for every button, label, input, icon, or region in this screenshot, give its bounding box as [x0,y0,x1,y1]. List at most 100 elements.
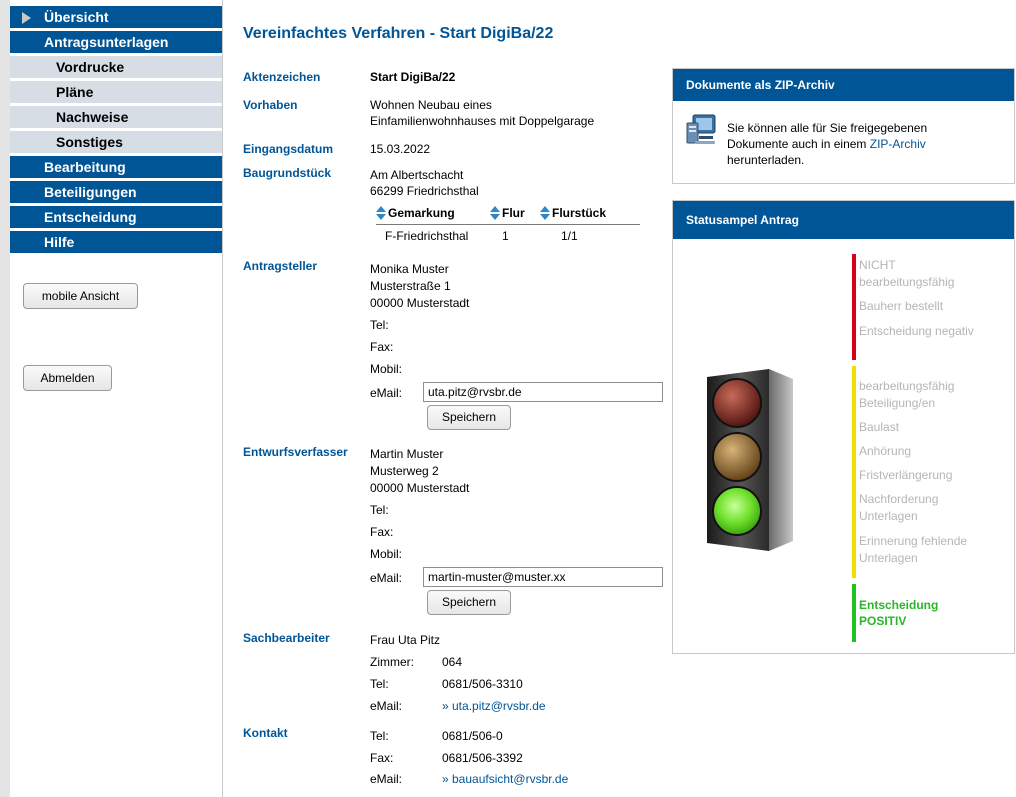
sachbearbeiter-email-link[interactable]: » uta.pitz@rvsbr.de [442,699,546,713]
kontakt-tel-value: 0681/506-0 [442,729,503,743]
sachbearbeiter-name: Frau Uta Pitz [370,633,441,647]
eingangsdatum-label: Eingangsdatum [243,142,334,156]
sidebar-item-label: Vordrucke [56,59,125,75]
baugrundstueck-line1: Am Albertschacht [370,168,464,182]
sidebar-item-sonstiges[interactable]: Sonstiges [10,131,222,154]
status-nicht: NICHT [859,258,896,272]
status-bar-red [852,254,856,360]
status-fristverlaengerung: Fristverlängerung [859,468,953,482]
column-header-label: Flur [502,206,525,220]
antragsteller-label: Antragsteller [243,259,318,273]
sidebar-item-label: Sonstiges [56,134,123,150]
download-computer-icon [685,113,717,147]
mobile-view-button[interactable]: mobile Ansicht [23,283,138,309]
status-baulast: Baulast [859,420,900,434]
sachbearbeiter-tel-value: 0681/506-3310 [442,677,523,691]
zip-text-line2-text: Dokumente auch in einem [727,137,870,151]
zip-text-line2: Dokumente auch in einem ZIP-Archiv [727,136,927,152]
table-cell-flur: 1 [502,229,509,243]
sidebar-item-label: Übersicht [44,9,109,25]
antragsteller-email-label: eMail: [370,386,403,400]
traffic-light-icon [697,365,799,555]
status-erinnerung-unterlagen: Unterlagen [859,551,918,565]
column-header-label: Gemarkung [388,206,455,220]
antragsteller-email-input[interactable] [423,382,663,402]
sachbearbeiter-zimmer-value: 064 [442,655,463,669]
zip-panel-text: Sie können alle für Sie freigegebenen Do… [727,120,927,168]
status-bauherr-bestellt: Bauherr bestellt [859,299,944,313]
kontakt-label: Kontakt [243,726,288,740]
aktenzeichen-value: Start DigiBa/22 [370,70,456,84]
zip-archive-link[interactable]: ZIP-Archiv [870,137,926,151]
status-beteiligungen: Beteiligung/en [859,396,936,410]
kontakt-email-link[interactable]: » bauaufsicht@rvsbr.de [442,772,568,786]
sachbearbeiter-email-label: eMail: [370,699,403,713]
vorhaben-line1: Wohnen Neubau eines [370,98,492,112]
column-header-label: Flurstück [552,206,607,220]
entwurfsverfasser-street: Musterweg 2 [370,464,439,478]
sidebar-item-label: Beteiligungen [44,184,137,200]
table-cell-gemarkung: F-Friedrichsthal [385,229,469,243]
zip-text-line1: Sie können alle für Sie freigegebenen [727,121,928,135]
entwurfsverfasser-city: 00000 Musterstadt [370,481,470,495]
status-positiv: POSITIV [859,614,907,628]
vorhaben-label: Vorhaben [243,98,298,112]
zip-text-line3: herunterladen. [727,153,805,167]
sidebar-item-label: Hilfe [44,234,75,250]
sidebar-item-plaene[interactable]: Pläne [10,81,222,104]
sidebar: Übersicht Antragsunterlagen Vordrucke Pl… [10,0,223,797]
eingangsdatum-value: 15.03.2022 [370,142,431,156]
sort-icon [540,206,550,220]
antragsteller-save-button[interactable]: Speichern [427,405,511,430]
arrow-right-icon [22,12,31,24]
kontakt-fax-value: 0681/506-3392 [442,751,523,765]
baugrundstueck-line2: 66299 Friedrichsthal [370,184,479,198]
antragsteller-street: Musterstraße 1 [370,279,451,293]
sidebar-item-uebersicht[interactable]: Übersicht [10,6,222,29]
kontakt-fax-label: Fax: [370,751,394,765]
logout-button[interactable]: Abmelden [23,365,112,391]
table-divider [376,224,640,225]
entwurfsverfasser-label: Entwurfsverfasser [243,445,348,459]
sidebar-item-beteiligungen[interactable]: Beteiligungen [10,181,222,204]
sidebar-item-hilfe[interactable]: Hilfe [10,231,222,254]
kontakt-tel-label: Tel: [370,729,389,743]
antragsteller-fax-label: Fax: [370,340,394,354]
status-entscheidung-negativ: Entscheidung negativ [859,324,974,338]
entwurfsverfasser-email-input[interactable] [423,567,663,587]
sidebar-item-bearbeitung[interactable]: Bearbeitung [10,156,222,179]
zip-panel-title: Dokumente als ZIP-Archiv [673,69,1014,101]
sidebar-item-label: Pläne [56,84,94,100]
sort-icon [490,206,500,220]
entwurfsverfasser-fax-label: Fax: [370,525,394,539]
antragsteller-city: 00000 Musterstadt [370,296,470,310]
entwurfsverfasser-save-button[interactable]: Speichern [427,590,511,615]
sidebar-item-entscheidung[interactable]: Entscheidung [10,206,222,229]
column-header-flur[interactable]: Flur [490,206,525,220]
zip-panel: Dokumente als ZIP-Archiv Sie können alle… [672,68,1015,184]
status-erinnerung: Erinnerung fehlende [859,534,968,548]
baugrundstueck-label: Baugrundstück [243,166,332,180]
antragsteller-mobil-label: Mobil: [370,362,403,376]
sachbearbeiter-zimmer-label: Zimmer: [370,655,414,669]
status-nachforderung-unterlagen: Unterlagen [859,509,918,523]
sachbearbeiter-tel-label: Tel: [370,677,389,691]
sidebar-item-antragsunterlagen[interactable]: Antragsunterlagen [10,31,222,54]
status-panel-title: Statusampel Antrag [673,201,1014,239]
status-nachforderung: Nachforderung [859,492,939,506]
status-nicht-bearbeitungsfaehig: bearbeitungsfähig [859,275,955,289]
sidebar-item-vordrucke[interactable]: Vordrucke [10,56,222,79]
column-header-gemarkung[interactable]: Gemarkung [376,206,455,220]
column-header-flurstueck[interactable]: Flurstück [540,206,606,220]
entwurfsverfasser-name: Martin Muster [370,447,444,461]
sidebar-item-nachweise[interactable]: Nachweise [10,106,222,129]
sachbearbeiter-label: Sachbearbeiter [243,631,330,645]
entwurfsverfasser-tel-label: Tel: [370,503,389,517]
status-bar-yellow [852,366,856,578]
vorhaben-line2: Einfamilienwohnhauses mit Doppelgarage [370,114,595,128]
status-entscheidung-positiv: Entscheidung [859,598,939,612]
sort-icon [376,206,386,220]
status-anhoerung: Anhörung [859,444,912,458]
antragsteller-tel-label: Tel: [370,318,389,332]
entwurfsverfasser-email-label: eMail: [370,571,403,585]
